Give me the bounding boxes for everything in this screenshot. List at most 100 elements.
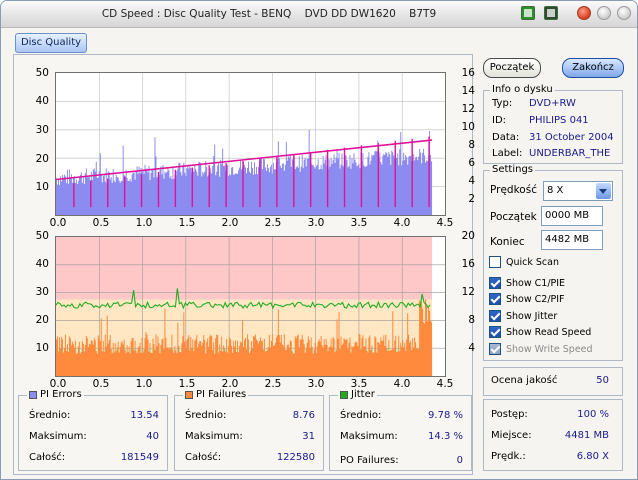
g2-xtick: 2.5 (264, 378, 282, 390)
checkbox-box[interactable] (489, 310, 501, 322)
g2-xtick: 0.5 (92, 378, 110, 390)
end-button[interactable]: Zakończ (562, 58, 624, 78)
g1-ytick-left: 10 (35, 181, 49, 193)
unused-area (432, 237, 445, 376)
band-red (56, 237, 445, 300)
g2-ytick-left: 10 (35, 342, 49, 354)
disc-type: DVD+RW (529, 98, 576, 109)
pi-errors-avg: 13.54 (130, 410, 159, 421)
jitter-title: Jitter (351, 389, 375, 400)
checkbox-label: Quick Scan (506, 256, 559, 268)
start-input[interactable]: 0000 MB (541, 206, 603, 226)
pi-errors-stats: PI Errors Średnio: 13.54 Maksimum: 40 Cało… (18, 389, 168, 471)
jitter-avg: 9.78 % (428, 410, 463, 421)
tab-disc-quality[interactable]: Disc Quality (15, 33, 87, 53)
checkbox-box[interactable] (489, 293, 501, 305)
po-failures-value: 0 (456, 455, 463, 466)
po-failures-label: PO Failures: (340, 455, 399, 466)
end-input[interactable]: 4482 MB (541, 230, 603, 250)
progress-row: Postęp: 100 % (491, 409, 609, 420)
g1-ytick-right: 8 (468, 139, 475, 151)
checkbox-label: Show Jitter (506, 310, 558, 322)
maximize-icon[interactable] (617, 6, 631, 20)
show-c1-pie-checkbox[interactable]: Show C1/PIE (489, 277, 565, 289)
pi-failures-max: 31 (302, 431, 315, 442)
g1-xtick: 4.0 (393, 217, 411, 229)
checkbox-box[interactable] (489, 277, 501, 289)
quality-value: 50 (596, 375, 609, 386)
g1-ytick-right: 6 (468, 157, 475, 169)
speed-label: Prędk.: (491, 451, 526, 462)
g2-ytick-left: 30 (35, 286, 49, 298)
pi-errors-chart (56, 73, 445, 215)
g2-ytick-right: 4 (468, 342, 475, 354)
g1-xtick: 2.0 (221, 217, 239, 229)
pi-failures-graph (55, 236, 446, 377)
g1-xtick: 0.0 (49, 217, 67, 229)
progress-label: Postęp: (491, 409, 528, 420)
start-button[interactable]: Początek (483, 58, 541, 78)
disc-label-label: Label: (492, 148, 523, 159)
position-value: 4481 MB (564, 430, 609, 441)
checkbox-label: Show C1/PIE (506, 277, 566, 289)
speed-row: Prędk.: 6.80 X (491, 451, 609, 462)
speed-label: Prędkość (490, 184, 537, 196)
g2-ytick-right: 12 (461, 286, 475, 298)
disc-label-value: UNDERBAR_THE (529, 148, 611, 159)
g2-xtick: 1.0 (135, 378, 153, 390)
g2-ytick-left: 40 (35, 258, 49, 270)
show-write-speed-checkbox: Show Write Speed (489, 343, 593, 355)
show-c2-pif-checkbox[interactable]: Show C2/PIF (489, 293, 565, 305)
pi-failures-chart (56, 237, 445, 376)
disc-id: PHILIPS 041 (529, 115, 589, 126)
g1-ytick-right: 16 (461, 67, 475, 79)
g1-ytick-left: 50 (35, 67, 49, 79)
g1-xtick: 3.5 (350, 217, 368, 229)
g1-xtick: 4.5 (436, 217, 454, 229)
g1-xtick: 1.5 (178, 217, 196, 229)
g2-xtick: 3.0 (307, 378, 325, 390)
max-label: Maksimum: (340, 431, 398, 442)
checkbox-box[interactable] (489, 256, 501, 268)
g1-xtick: 3.0 (307, 217, 325, 229)
avg-label: Średnio: (340, 410, 382, 421)
quality-label: Ocena jakość (491, 375, 558, 386)
progress-value: 100 % (577, 409, 609, 420)
disc-info-title: Info o dysku (490, 84, 555, 95)
save-icon[interactable] (544, 6, 558, 20)
jitter-stats: Jitter Średnio: 9.78 % Maksimum: 14.3 % PO… (329, 389, 472, 471)
checkbox-box[interactable] (489, 326, 501, 338)
pi-errors-graph (55, 72, 446, 216)
avg-label: Średnio: (185, 410, 227, 421)
quality-row: Ocena jakość 50 (491, 375, 609, 386)
g1-xtick: 2.5 (264, 217, 282, 229)
minimize-icon[interactable] (597, 6, 611, 20)
date-label: Data: (492, 132, 520, 143)
speed-value: 6.80 X (576, 451, 609, 462)
max-label: Maksimum: (185, 431, 243, 442)
g1-ytick-right: 10 (461, 121, 475, 133)
checkbox-box (489, 343, 501, 355)
start-label: Początek (490, 211, 537, 223)
g1-ytick-left: 20 (35, 153, 49, 165)
quick-scan-checkbox[interactable]: Quick Scan (489, 256, 559, 268)
speed-value: 8 X (547, 185, 564, 196)
g2-ytick-right: 16 (461, 258, 475, 270)
speed-select[interactable]: 8 X (543, 181, 613, 201)
g1-ytick-right: 12 (461, 103, 475, 115)
pi-errors-total: 181549 (120, 452, 159, 463)
g2-ytick-right: 20 (461, 230, 475, 242)
close-icon[interactable] (577, 6, 591, 20)
show-jitter-checkbox[interactable]: Show Jitter (489, 310, 557, 322)
g1-ytick-right: 14 (461, 85, 475, 97)
pi-errors-max: 40 (146, 431, 159, 442)
g1-ytick-left: 40 (35, 95, 49, 107)
pi-failures-title: PI Failures (196, 389, 247, 400)
band-yellow (56, 299, 445, 349)
g1-xtick: 1.0 (135, 217, 153, 229)
chevron-down-icon[interactable] (596, 183, 611, 199)
show-read-speed-checkbox[interactable]: Show Read Speed (489, 326, 591, 338)
jitter-swatch (340, 390, 348, 399)
title-bar[interactable]: CD Speed : Disc Quality Test - BENQ DVD … (1, 1, 637, 28)
g2-ytick-left: 50 (35, 230, 49, 242)
